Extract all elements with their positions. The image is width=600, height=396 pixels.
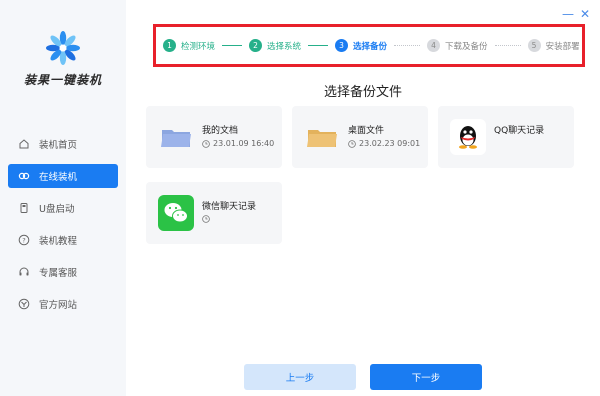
card-name: 桌面文件 [348,126,385,136]
sidebar-item-online-install[interactable]: 在线装机 [8,164,118,188]
clock-icon [202,139,210,148]
step-5: 5 安装部署 [527,39,580,52]
clock-icon [348,139,356,148]
sidebar-item-label: 官方网站 [39,300,78,311]
sidebar-item-label: U盘启动 [39,204,75,215]
sidebar-item-support[interactable]: 专属客服 [8,260,118,284]
backup-card-qq-chat[interactable]: QQ聊天记录 [438,106,574,168]
step-number: 4 [427,39,441,52]
step-3: 3 选择备份 [335,39,387,52]
minimize-button[interactable]: — [562,8,574,20]
sidebar-item-website[interactable]: 官方网站 [8,292,118,316]
step-number: 1 [163,39,176,52]
clock-icon [202,215,210,223]
close-button[interactable]: ✕ [580,8,590,20]
svg-text:?: ? [22,236,25,244]
step-2: 2 选择系统 [249,39,301,52]
backup-card-my-documents[interactable]: 我的文档 23.01.09 16:40 [146,106,282,168]
step-label: 检测环境 [181,41,216,52]
sidebar-item-label: 在线装机 [39,172,78,183]
step-connector [222,45,243,46]
headset-icon [18,266,30,278]
card-name: QQ聊天记录 [494,126,545,136]
sidebar-item-home[interactable]: 装机首页 [8,132,118,156]
app-logo-icon [46,31,80,65]
step-connector [308,45,329,46]
sidebar-item-label: 专属客服 [39,268,78,279]
blue-folder-icon [161,130,191,147]
card-name: 我的文档 [202,126,239,136]
card-time-value: 23.01.09 16:40 [213,139,275,148]
sidebar-item-label: 装机首页 [39,140,78,151]
help-icon: ? [18,234,30,246]
step-progress: 1 检测环境 2 选择系统 3 选择备份 4 下载及备份 5 安装部署 [156,27,582,64]
next-step-button[interactable]: 下一步 [370,364,482,390]
step-number: 3 [335,39,349,52]
sidebar-nav: 装机首页 在线装机 U盘启动 ? 装机教程 专属客服 官方网站 [8,132,118,324]
yellow-folder-icon [307,130,337,147]
home-icon [18,138,30,150]
step-label: 下载及备份 [445,41,488,52]
step-label: 安装部署 [545,41,580,52]
backup-card-wechat-chat[interactable]: 微信聊天记录 [146,182,282,244]
step-label: 选择备份 [353,41,388,52]
card-time: 23.01.09 16:40 [202,139,274,148]
online-install-icon [18,170,30,182]
step-number: 2 [249,39,263,52]
step-connector [394,45,421,46]
backup-card-desktop-files[interactable]: 桌面文件 23.02.23 09:01 [292,106,428,168]
step-1: 1 检测环境 [163,39,215,52]
app-brand-name: 装果一键装机 [23,73,102,87]
card-time: 23.02.23 09:01 [348,139,420,148]
website-icon [18,298,30,310]
sidebar-item-usb-boot[interactable]: U盘启动 [8,196,118,220]
previous-step-button[interactable]: 上一步 [244,364,356,390]
card-time [202,215,213,223]
sidebar-item-tutorial[interactable]: ? 装机教程 [8,228,118,252]
wechat-icon [158,195,194,231]
step-4: 4 下载及备份 [427,39,488,52]
steps-highlight-box: 1 检测环境 2 选择系统 3 选择备份 4 下载及备份 5 安装部署 [153,24,585,67]
qq-icon [450,119,486,155]
card-time-value: 23.02.23 09:01 [359,139,421,148]
step-number: 5 [527,39,541,52]
sidebar-item-label: 装机教程 [39,236,78,247]
sidebar: 装果一键装机 装机首页 在线装机 U盘启动 ? 装机教程 专属客服 官方网站 [0,0,126,396]
usb-icon [18,202,30,214]
page-title: 选择备份文件 [323,85,402,100]
step-connector [494,45,521,46]
step-label: 选择系统 [267,41,302,52]
card-name: 微信聊天记录 [202,202,257,212]
